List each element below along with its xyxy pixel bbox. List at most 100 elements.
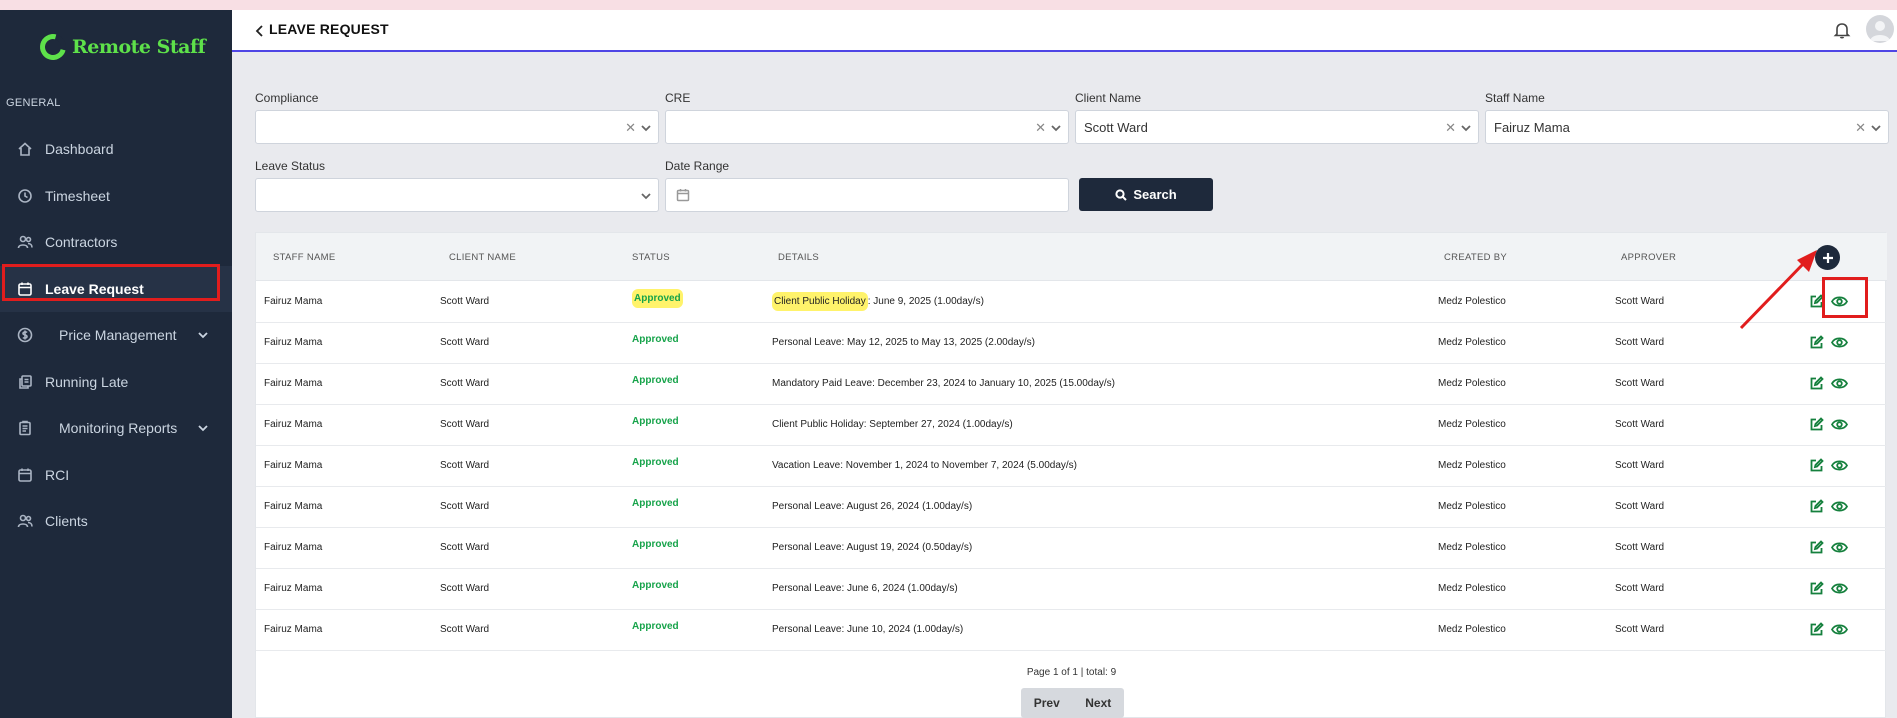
search-button-label: Search [1133,187,1177,202]
brand-logo[interactable]: Remote Staff [35,29,206,65]
edit-icon[interactable] [1809,622,1824,637]
eye-icon[interactable] [1830,335,1849,350]
edit-icon[interactable] [1809,417,1824,432]
prev-page-button[interactable]: Prev [1021,688,1073,718]
chevron-down-icon[interactable] [640,122,652,134]
status-badge: Approved [632,334,679,345]
clear-icon[interactable]: ✕ [1035,120,1046,136]
approver-cell: Scott Ward [1615,460,1665,471]
leave-details: : June 10, 2024 (1.00day/s) [841,624,964,635]
edit-icon[interactable] [1809,499,1824,514]
chevron-down-icon[interactable] [640,190,652,202]
clipboard-icon [17,420,33,436]
sidebar-item-clients[interactable]: Clients [0,498,232,545]
back-chevron-icon[interactable] [254,24,266,38]
eye-icon[interactable] [1830,417,1849,432]
leave-type: Personal Leave [772,583,842,594]
client-name-cell: Scott Ward [440,501,490,512]
table-row[interactable]: Fairuz Mama Scott Ward Approved Personal Le… [256,323,1887,364]
sidebar-item-monitoring-reports[interactable]: Monitoring Reports [0,405,232,452]
bell-icon[interactable] [1832,20,1852,40]
staff-name-select[interactable]: Fairuz Mama ✕ [1485,110,1889,144]
created-by-cell: Medz Polestico [1438,624,1506,635]
sidebar-item-timesheet[interactable]: Timesheet [0,173,232,220]
sidebar-item-label: Contractors [45,234,118,251]
brand-name: Remote Staff [72,36,206,58]
leave-status-select[interactable] [255,178,659,212]
leave-details: : September 27, 2024 (1.00day/s) [863,419,1013,430]
client-name-cell: Scott Ward [440,378,490,389]
calendar-icon [17,467,33,483]
status-text: Approved [632,416,679,427]
avatar[interactable] [1866,15,1894,43]
pagination-controls: Prev Next [1021,688,1124,718]
edit-icon[interactable] [1809,581,1824,596]
sidebar-item-label: Running Late [45,373,129,390]
status-text: Approved [632,498,679,509]
clear-icon[interactable]: ✕ [1445,120,1456,136]
details-cell: Personal Leave: June 6, 2024 (1.00day/s) [772,583,958,594]
compliance-select[interactable]: ✕ [255,110,659,144]
date-range-input[interactable] [665,178,1069,212]
edit-icon[interactable] [1809,376,1824,391]
edit-icon[interactable] [1809,458,1824,473]
table-row[interactable]: Fairuz Mama Scott Ward Approved Personal Le… [256,569,1887,610]
chevron-down-icon[interactable] [196,328,210,342]
status-text: Approved [632,334,679,345]
details-cell: Personal Leave: June 10, 2024 (1.00day/s… [772,624,963,635]
cre-select[interactable]: ✕ [665,110,1069,144]
search-button[interactable]: Search [1079,178,1213,211]
status-text: Approved [632,457,679,468]
client-name-select[interactable]: Scott Ward ✕ [1075,110,1479,144]
table-row[interactable]: Fairuz Mama Scott Ward Approved Personal Le… [256,528,1887,569]
table-row[interactable]: Fairuz Mama Scott Ward Approved Mandatory P… [256,364,1887,405]
status-badge: Approved [632,498,679,509]
staff-name-cell: Fairuz Mama [264,583,323,594]
edit-icon[interactable] [1809,540,1824,555]
sidebar-item-contractors[interactable]: Contractors [0,219,232,266]
status-badge: Approved [632,457,679,468]
edit-icon[interactable] [1809,335,1824,350]
staff-name-cell: Fairuz Mama [264,296,323,307]
page-title: LEAVE REQUEST [269,21,389,37]
eye-icon[interactable] [1830,540,1849,555]
top-header: LEAVE REQUEST [232,10,1897,52]
eye-icon[interactable] [1830,458,1849,473]
sidebar-item-rci[interactable]: RCI [0,452,232,499]
status-text: Approved [632,289,683,308]
clear-icon[interactable]: ✕ [1855,120,1866,136]
table-row[interactable]: Fairuz Mama Scott Ward Approved Personal Le… [256,487,1887,528]
leave-type: Personal Leave [772,542,842,553]
status-badge: Approved [632,375,679,386]
pagination-info: Page 1 of 1 | total: 9 [1026,667,1117,678]
status-text: Approved [632,621,679,632]
client-name-cell: Scott Ward [440,460,490,471]
details-cell: Client Public Holiday: June 9, 2025 (1.0… [772,292,984,311]
eye-icon[interactable] [1830,622,1849,637]
details-cell: Client Public Holiday: September 27, 202… [772,419,1013,430]
eye-icon[interactable] [1830,376,1849,391]
sidebar-item-running-late[interactable]: Running Late [0,359,232,406]
eye-icon[interactable] [1830,499,1849,514]
next-page-button[interactable]: Next [1073,688,1125,718]
sidebar-nav: Dashboard Timesheet Contractors Leave Re… [0,126,232,545]
chevron-down-icon[interactable] [1460,122,1472,134]
table-row[interactable]: Fairuz Mama Scott Ward Approved Client Publ… [256,405,1887,446]
annotation-arrow [1739,250,1817,330]
chevron-down-icon[interactable] [1870,122,1882,134]
leave-details: : August 19, 2024 (0.50day/s) [841,542,973,553]
sidebar: Remote Staff GENERAL Dashboard Timesheet… [0,10,232,718]
details-cell: Vacation Leave: November 1, 2024 to Nove… [772,460,1077,471]
table-row[interactable]: Fairuz Mama Scott Ward Approved Vacation Le… [256,446,1887,487]
approver-cell: Scott Ward [1615,583,1665,594]
created-by-cell: Medz Polestico [1438,501,1506,512]
table-row[interactable]: Fairuz Mama Scott Ward Approved Personal Le… [256,610,1887,651]
leave-details: : May 12, 2025 to May 13, 2025 (2.00day/… [841,337,1035,348]
table-row[interactable]: Fairuz Mama Scott Ward Approved Client Publ… [256,282,1887,323]
eye-icon[interactable] [1830,581,1849,596]
sidebar-item-dashboard[interactable]: Dashboard [0,126,232,173]
chevron-down-icon[interactable] [1050,122,1062,134]
clear-icon[interactable]: ✕ [625,120,636,136]
sidebar-item-price-management[interactable]: Price Management [0,312,232,359]
chevron-down-icon[interactable] [196,421,210,435]
